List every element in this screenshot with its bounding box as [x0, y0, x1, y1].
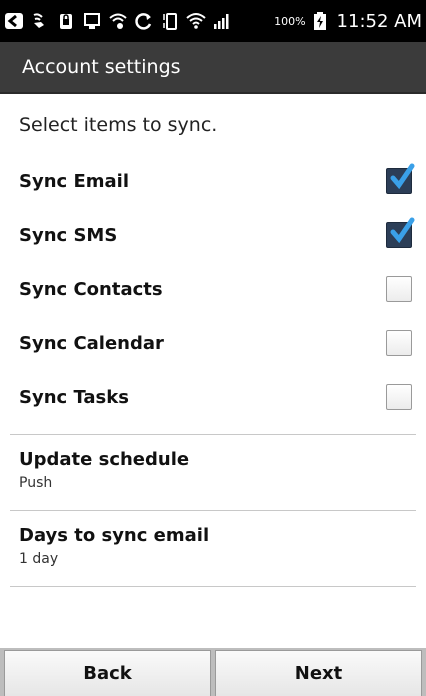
vibrate-icon: [160, 11, 180, 31]
battery-icon: [310, 11, 330, 31]
check-mark-icon: [390, 163, 415, 190]
sync-email-checkbox[interactable]: [386, 163, 415, 194]
sync-calendar-row[interactable]: Sync Calendar: [0, 316, 426, 370]
setting-title: Update schedule: [19, 449, 190, 470]
wifi-icon: [186, 11, 206, 31]
check-mark-icon: [390, 217, 415, 244]
sync-item-label: Sync Calendar: [19, 332, 164, 354]
clock: 11:52 AM: [336, 10, 422, 32]
sync-icon: [134, 11, 154, 31]
monitor-icon: [82, 11, 102, 31]
sync-item-label: Sync Contacts: [19, 278, 163, 300]
sync-calendar-checkbox[interactable]: [386, 330, 412, 356]
sync-tasks-checkbox[interactable]: [386, 384, 412, 410]
sync-tasks-row[interactable]: Sync Tasks: [0, 370, 426, 424]
wifi-call-icon: [30, 11, 50, 31]
settings-content: Select items to sync. Sync Email Sync SM…: [0, 96, 426, 587]
title-bar: Account settings: [0, 42, 426, 94]
update-schedule-setting[interactable]: Update schedule Push: [0, 435, 426, 496]
divider: [10, 586, 416, 587]
next-button[interactable]: Next: [215, 650, 422, 696]
sync-item-label: Sync Email: [19, 170, 129, 192]
sync-section-header: Select items to sync.: [19, 114, 218, 136]
days-to-sync-setting[interactable]: Days to sync email 1 day: [0, 511, 426, 572]
setting-value: 1 day: [19, 551, 59, 567]
setting-value: Push: [19, 475, 53, 491]
signal-icon: [212, 11, 232, 31]
page-title: Account settings: [22, 56, 181, 78]
lock-phone-icon: [56, 11, 76, 31]
sync-item-label: Sync SMS: [19, 224, 118, 246]
back-button[interactable]: Back: [4, 650, 211, 696]
back-arrow-icon: [4, 11, 24, 31]
sync-sms-checkbox[interactable]: [386, 217, 415, 248]
sync-contacts-row[interactable]: Sync Contacts: [0, 262, 426, 316]
wifi-hotspot-icon: [108, 11, 128, 31]
sync-item-label: Sync Tasks: [19, 386, 129, 408]
sync-contacts-checkbox[interactable]: [386, 276, 412, 302]
sync-email-row[interactable]: Sync Email: [0, 154, 426, 208]
battery-percent: 100%: [274, 14, 306, 28]
status-bar: 100% 11:52 AM: [0, 0, 426, 42]
sync-sms-row[interactable]: Sync SMS: [0, 208, 426, 262]
bottom-button-bar: Back Next: [0, 648, 426, 696]
setting-title: Days to sync email: [19, 525, 210, 546]
